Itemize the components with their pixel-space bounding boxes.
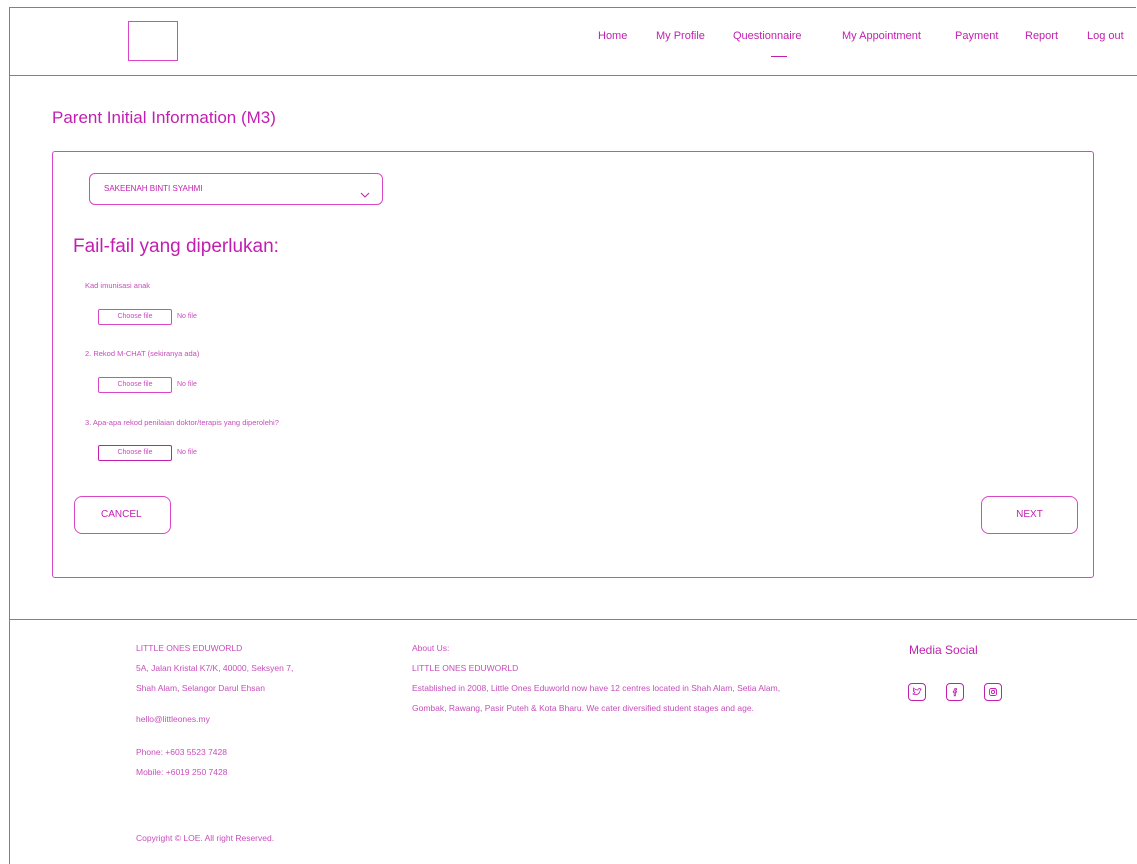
section-title: Fail-fail yang diperlukan: [73,236,279,257]
header [10,8,1137,76]
child-select[interactable]: SAKEENAH BINTI SYAHMI [89,173,383,205]
question-label-1: Kad imunisasi anak [85,281,151,290]
footer-divider [10,619,1137,620]
next-button[interactable]: NEXT [981,496,1078,534]
file-status-3: No file [177,449,197,456]
chevron-down-icon [360,185,370,203]
about-heading: About Us: [412,643,450,653]
nav-my-appointment[interactable]: My Appointment [842,30,921,42]
file-status-1: No file [177,313,197,320]
nav-active-indicator [771,56,787,57]
footer-email[interactable]: hello@littleones.my [136,714,210,724]
question-label-3: 3. Apa-apa rekod penilaian doktor/terapi… [85,418,279,427]
footer-copyright: Copyright © LOE. All right Reserved. [136,833,275,843]
footer-mobile: Mobile: +6019 250 7428 [136,767,228,777]
instagram-icon[interactable] [984,683,1002,701]
about-company: LITTLE ONES EDUWORLD [412,663,519,673]
footer-company: LITTLE ONES EDUWORLD [136,643,243,653]
footer-address-line1: 5A, Jalan Kristal K7/K, 40000, Seksyen 7… [136,663,294,673]
footer-phone: Phone: +603 5523 7428 [136,747,227,757]
media-social-title: Media Social [909,643,978,657]
nav-my-profile[interactable]: My Profile [656,30,705,42]
footer-address-line2: Shah Alam, Selangor Darul Ehsan [136,683,265,693]
cancel-button[interactable]: CANCEL [74,496,171,534]
nav-questionnaire[interactable]: Questionnaire [733,30,802,42]
twitter-icon[interactable] [908,683,926,701]
choose-file-button-3[interactable]: Choose file [98,445,172,461]
nav-logout[interactable]: Log out [1087,30,1124,42]
child-select-value: SAKEENAH BINTI SYAHMI [104,184,203,193]
nav-home[interactable]: Home [598,30,627,42]
form-card [52,151,1094,578]
page-title: Parent Initial Information (M3) [52,108,276,127]
choose-file-button-1[interactable]: Choose file [98,309,172,325]
nav-report[interactable]: Report [1025,30,1058,42]
question-label-2: 2. Rekod M-CHAT (sekiranya ada) [85,349,200,358]
nav-payment[interactable]: Payment [955,30,998,42]
about-text-line2: Gombak, Rawang, Pasir Puteh & Kota Bharu… [412,703,754,713]
choose-file-button-2[interactable]: Choose file [98,377,172,393]
facebook-icon[interactable] [946,683,964,701]
file-status-2: No file [177,381,197,388]
about-text-line1: Established in 2008, Little Ones Eduworl… [412,683,781,693]
logo[interactable] [128,21,178,61]
